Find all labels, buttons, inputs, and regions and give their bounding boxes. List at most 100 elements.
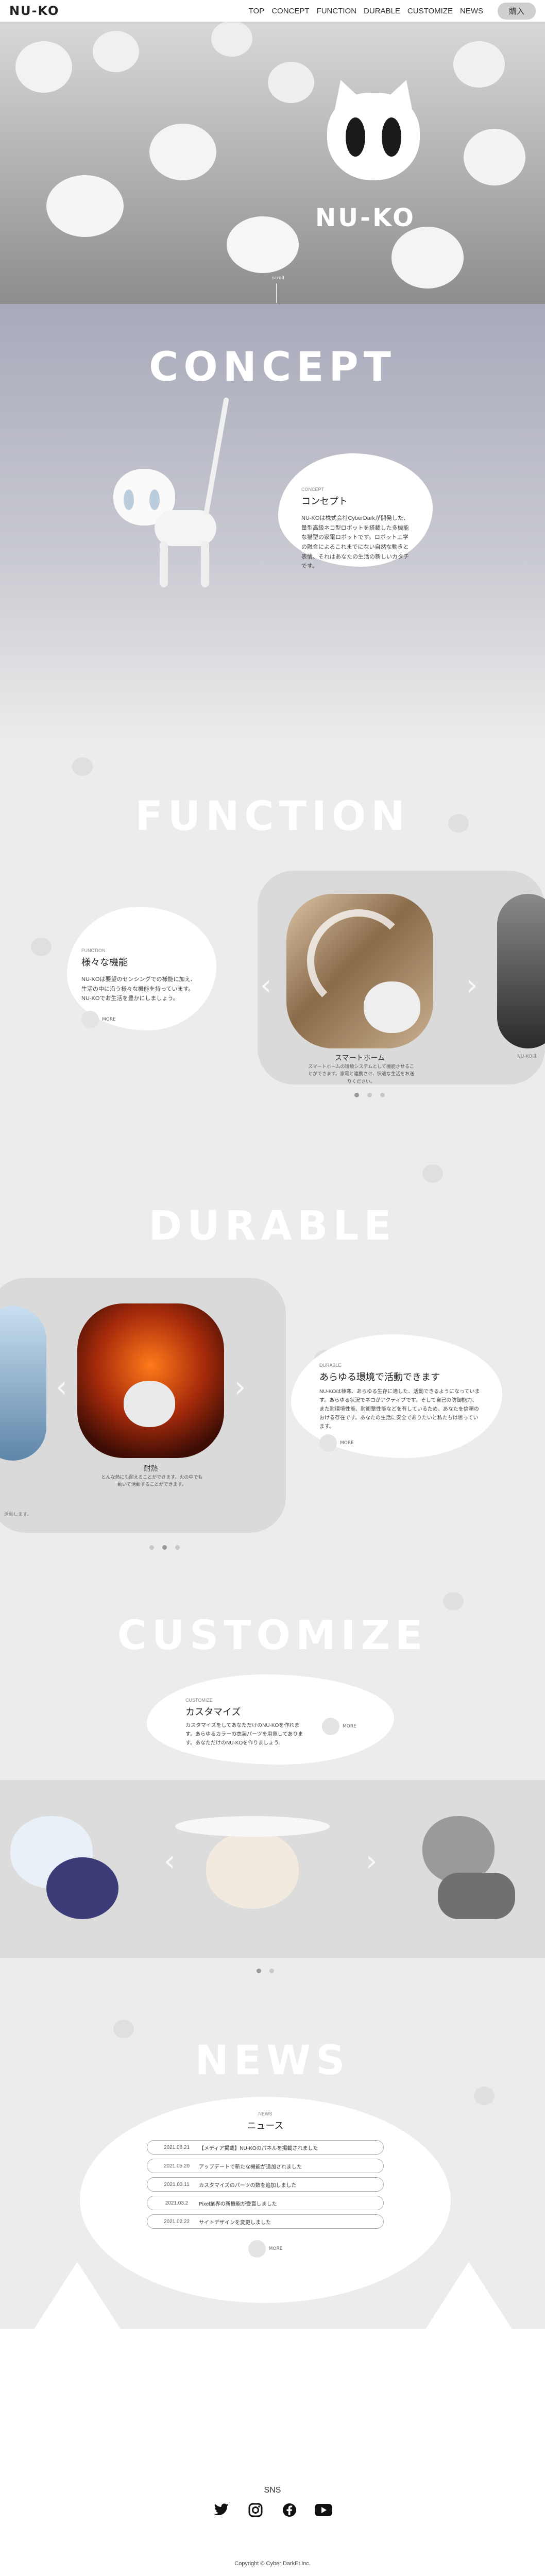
durable-dots [145,1542,184,1552]
hero-logo: NU-KO [315,204,416,232]
more-circle-icon [248,2240,266,2258]
custom-cat-metal-body [438,1873,515,1919]
nav-durable[interactable]: DURABLE [364,7,400,15]
hero-mascot [327,75,420,180]
concept-card-label: CONCEPT [301,487,325,492]
chevron-right-icon[interactable]: › [234,1370,246,1404]
news-item[interactable]: 2021.03.11 カスタマイズのパーツの数を追加しました [147,2177,384,2192]
site-logo[interactable]: NU-KO [9,4,59,18]
news-item[interactable]: 2021.05.20 アップデートで新たな機能が追加されました [147,2159,384,2173]
durable-more-button[interactable]: MORE [319,1434,482,1452]
custom-cat-body [46,1857,118,1919]
durable-card: DURABLE あらゆる環境で活動できます NU-KOは極寒、あらゆる生存に適し… [291,1334,502,1458]
footer-ear-left [31,2262,124,2334]
hero-cat-2 [93,31,139,72]
durable-card-body: NU-KOは極寒、あらゆる生存に適した、活動できるようになっています。あらゆる状… [319,1389,480,1430]
news-title: NEWS [195,2038,350,2084]
slider-dot[interactable] [175,1545,180,1550]
custom-cat-wings [175,1816,330,1837]
function-card-heading: 様々な機能 [81,957,128,968]
chevron-left-icon[interactable]: ‹ [260,969,271,1002]
customize-card-heading: カスタマイズ [185,1707,241,1717]
function-card: FUNCTION 様々な機能 NU-KOは要望のセンシングでの様能に加え、生活の… [67,907,216,1030]
hero-cat-8 [464,129,525,185]
durable-slide-image [77,1303,224,1458]
hero-section: NU-KO scroll [0,0,545,304]
slider-dot[interactable] [367,1093,372,1097]
news-item[interactable]: 2021.02.22 サイトデザインを変更しました [147,2214,384,2229]
facebook-icon[interactable] [281,2501,298,2519]
chevron-left-icon[interactable]: ‹ [164,1844,175,1878]
durable-card-label: DURABLE [319,1363,342,1368]
news-more-button[interactable]: MORE [80,2240,451,2258]
hero-cat-10 [391,227,464,289]
nav-customize[interactable]: CUSTOMIZE [407,7,453,15]
site-header: NU-KO TOP CONCEPT FUNCTION DURABLE CUSTO… [0,0,545,22]
news-item[interactable]: 2021.08.21 【メディア掲載】NU-KOのパネルを掲載されました [147,2140,384,2155]
more-circle-icon [81,1011,99,1029]
paw-print [113,2020,134,2038]
function-next-slide [497,894,545,1048]
scroll-indicator[interactable]: scroll [272,276,284,281]
hero-cat-4 [46,175,124,237]
slider-dot[interactable] [149,1545,154,1550]
scroll-line [276,283,277,303]
function-card-label: FUNCTION [81,948,106,953]
nav-concept[interactable]: CONCEPT [271,7,309,15]
paw-print [422,1164,443,1183]
news-card-label: NEWS [258,2111,272,2116]
chevron-right-icon[interactable]: › [366,1844,377,1878]
main-nav: TOP CONCEPT FUNCTION DURABLE CUSTOMIZE N… [249,2,536,20]
instagram-icon[interactable] [247,2501,264,2519]
customize-card: CUSTOMIZE カスタマイズ カスタマイズをしてあなただけのNU-KOを作れ… [147,1674,394,1765]
concept-section: CONCEPT CONCEPT コンセプト NU-KOは株式会社CyberDar… [0,304,545,742]
nav-news[interactable]: NEWS [460,7,483,15]
footer-cat-silhouette [0,2329,545,2576]
slide-cat [364,981,420,1033]
youtube-icon[interactable] [315,2501,332,2519]
durable-prev-caption: 活動します。 [4,1512,32,1517]
function-dots [350,1090,389,1099]
slider-dot[interactable] [257,1969,261,1973]
buy-button[interactable]: 購入 [497,2,536,20]
paw-print [31,938,52,956]
slider-dot[interactable] [380,1093,385,1097]
site-footer: SNS Copyright © Cyber DarkEt.inc. [0,2262,545,2576]
durable-title: DURABLE [148,1203,397,1249]
hero-cat-5 [211,21,252,57]
slide-cat [124,1381,175,1427]
more-circle-icon [319,1434,337,1452]
sns-title: SNS [264,2486,281,2495]
function-more-button[interactable]: MORE [81,1011,197,1029]
concept-card-body: NU-KOは株式会社CyberDarkが開発した、量型高級ネコ型ロボットを搭載し… [301,515,410,570]
function-next-caption: NU-KOは [517,1054,537,1059]
concept-card: CONCEPT コンセプト NU-KOは株式会社CyberDarkが開発した、量… [278,453,433,569]
sns-icons [0,2501,545,2519]
function-slide-caption: スマートホームの環境システムとして機能させることができます。家電と連携させ、快適… [308,1064,415,1084]
copyright: Copyright © Cyber DarkEt.inc. [234,2561,311,2567]
news-item[interactable]: 2021.03.2 Pixel業界の新機能が受賞しました [147,2196,384,2210]
durable-prev-slide [0,1306,46,1461]
customize-dots [252,1965,278,1975]
slider-dot[interactable] [354,1093,359,1097]
slider-dot[interactable] [269,1969,274,1973]
hero-cat-9 [227,216,299,273]
twitter-icon[interactable] [213,2501,230,2519]
customize-slider[interactable]: ‹ › [0,1780,545,1958]
durable-card-heading: あらゆる環境で活動できます [319,1372,440,1382]
customize-more-button[interactable]: MORE [322,1718,356,1735]
nav-top[interactable]: TOP [249,7,265,15]
hero-cat-7 [453,41,505,88]
function-title: FUNCTION [135,793,410,840]
nav-function[interactable]: FUNCTION [317,7,357,15]
slider-dot[interactable] [162,1545,167,1550]
function-card-body: NU-KOは要望のセンシングでの様能に加え、生活の中に沿う様々な機能を持っていま… [81,976,196,1002]
customize-title: CUSTOMIZE [117,1613,428,1659]
chevron-right-icon[interactable]: › [466,969,478,1002]
footer-ear-right [422,2262,515,2334]
concept-title: CONCEPT [149,344,396,391]
paw-print [443,1592,464,1611]
hero-cat-1 [15,41,72,93]
hero-cat-6 [268,62,314,103]
chevron-left-icon[interactable]: ‹ [56,1370,67,1404]
